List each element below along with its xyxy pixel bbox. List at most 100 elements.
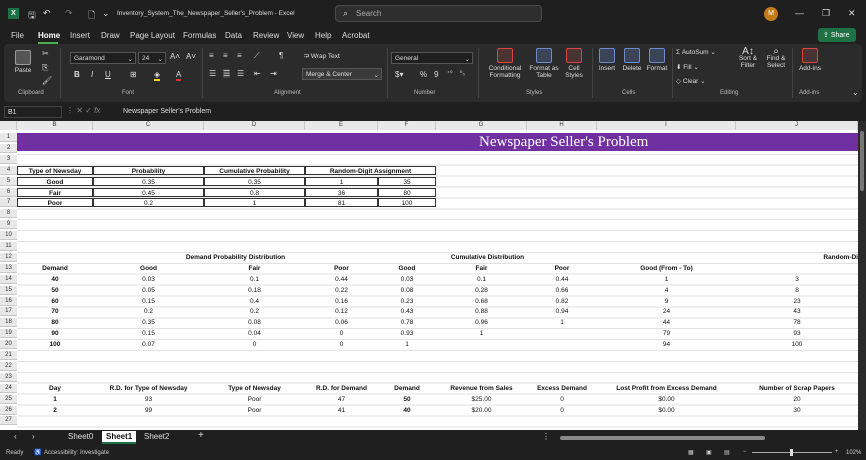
- row-header[interactable]: 11: [0, 242, 17, 251]
- table3-cell[interactable]: $20.00: [436, 406, 527, 415]
- minimize-icon[interactable]: —: [795, 8, 804, 18]
- row-header[interactable]: 4: [0, 165, 17, 175]
- font-color-icon[interactable]: A: [176, 70, 182, 81]
- row-header[interactable]: 12: [0, 252, 17, 262]
- table2-header[interactable]: Poor: [527, 264, 597, 273]
- table2-cell[interactable]: 0.12: [305, 307, 378, 316]
- table2-header[interactable]: Good: [93, 264, 204, 273]
- more-tabs-icon[interactable]: ⋮: [542, 432, 550, 441]
- table3-cell[interactable]: $0.00: [597, 395, 736, 404]
- undo-icon[interactable]: ↶: [43, 8, 51, 19]
- insert-cells-button[interactable]: Insert: [594, 48, 620, 72]
- tab-next-icon[interactable]: ›: [32, 432, 35, 441]
- normal-view-icon[interactable]: ▦: [688, 449, 694, 456]
- accounting-icon[interactable]: $▾: [395, 70, 403, 79]
- table1-cell[interactable]: Good: [17, 176, 93, 186]
- table2-cell[interactable]: 79: [597, 329, 736, 338]
- table2-cell[interactable]: 93: [736, 329, 858, 338]
- tab-sheet0[interactable]: Sheet0: [68, 432, 93, 441]
- col-header-d[interactable]: D: [204, 121, 305, 130]
- row-header[interactable]: 27: [0, 416, 17, 426]
- table2-cell[interactable]: 9: [597, 297, 736, 306]
- table3-cell[interactable]: $0.00: [597, 406, 736, 415]
- row-header[interactable]: 13: [0, 263, 17, 273]
- row-header[interactable]: 21: [0, 351, 17, 360]
- row-header[interactable]: 22: [0, 361, 17, 371]
- table2-cell[interactable]: 23: [736, 297, 858, 306]
- table2-cell[interactable]: 0.43: [378, 307, 436, 316]
- share-button[interactable]: ⇪ Share: [818, 28, 856, 42]
- table3-cell[interactable]: 0: [527, 406, 597, 415]
- table2-cell[interactable]: 1: [378, 340, 436, 349]
- zoom-level[interactable]: 102%: [846, 450, 861, 456]
- table2-cell[interactable]: 0.23: [378, 297, 436, 306]
- table1-cell[interactable]: 100: [378, 198, 436, 208]
- format-cells-button[interactable]: Format: [644, 48, 670, 72]
- delete-cells-button[interactable]: Delete: [619, 48, 645, 72]
- restore-icon[interactable]: ❐: [822, 8, 830, 19]
- bold-icon[interactable]: B: [74, 70, 80, 79]
- table3-cell[interactable]: 93: [93, 395, 204, 404]
- table2-cell[interactable]: 0: [305, 329, 378, 338]
- row-header[interactable]: 3: [0, 154, 17, 164]
- table2-cell[interactable]: 0.03: [378, 275, 436, 284]
- table2-cell[interactable]: 78: [736, 318, 858, 327]
- tab-sheet2[interactable]: Sheet2: [144, 432, 169, 441]
- table2-cell[interactable]: 1: [597, 275, 736, 284]
- align-bottom-icon[interactable]: ≡: [237, 51, 242, 60]
- row-header[interactable]: 8: [0, 209, 17, 219]
- col-header-h[interactable]: H: [527, 121, 597, 130]
- search-box[interactable]: ⌕ Search: [335, 5, 542, 22]
- cut-icon[interactable]: ✂: [42, 49, 49, 58]
- close-icon[interactable]: ✕: [848, 8, 856, 19]
- paste-button[interactable]: Paste: [12, 50, 34, 74]
- table1-cell[interactable]: 1: [305, 176, 378, 186]
- group-header-random-digit[interactable]: Random-Di: [736, 253, 858, 262]
- table3-cell[interactable]: 99: [93, 406, 204, 415]
- menu-file[interactable]: File: [11, 31, 24, 40]
- formula-input[interactable]: Newspaper Seller's Problem: [118, 106, 858, 118]
- menu-insert[interactable]: Insert: [70, 31, 90, 40]
- zoom-slider-thumb[interactable]: [790, 449, 793, 456]
- clear-button[interactable]: ◇ Clear ⌄: [676, 77, 706, 85]
- align-center-icon[interactable]: ☰: [223, 69, 231, 78]
- row-header[interactable]: 17: [0, 307, 17, 317]
- table3-cell[interactable]: 20: [736, 395, 858, 404]
- comma-icon[interactable]: 9: [434, 70, 438, 79]
- table2-cell[interactable]: 8: [736, 286, 858, 295]
- table1-cell[interactable]: 36: [305, 187, 378, 197]
- save-icon[interactable]: 🖫: [28, 8, 36, 24]
- col-header-f[interactable]: F: [378, 121, 436, 130]
- font-name-select[interactable]: Garamond ⌄: [70, 52, 136, 64]
- table3-cell[interactable]: 2: [17, 406, 93, 415]
- table3-header[interactable]: Number of Scrap Papers: [736, 384, 858, 393]
- tab-sheet1[interactable]: Sheet1: [102, 431, 137, 444]
- row-header[interactable]: 7: [0, 198, 17, 208]
- horizontal-scroll-thumb[interactable]: [560, 436, 765, 440]
- table3-cell[interactable]: 50: [378, 395, 436, 404]
- vertical-scroll-thumb[interactable]: [860, 131, 864, 191]
- underline-icon[interactable]: U: [105, 70, 111, 79]
- table2-cell[interactable]: 1: [527, 318, 597, 327]
- table1-header[interactable]: Random-Digit Assignment: [305, 165, 436, 175]
- fx-icon[interactable]: fx: [94, 106, 100, 115]
- row-header[interactable]: 15: [0, 285, 17, 295]
- spreadsheet-grid[interactable]: B C D E F G H I J 1 2 3 4 5 6 7 8 9 10 11 12 13 14 15 1…: [0, 121, 858, 430]
- table2-cell[interactable]: 90: [17, 329, 93, 338]
- format-as-table-button[interactable]: Format as Table: [526, 48, 562, 79]
- table2-cell[interactable]: 43: [736, 307, 858, 316]
- table3-cell[interactable]: 41: [305, 406, 378, 415]
- table2-cell[interactable]: 0.96: [436, 318, 527, 327]
- table2-cell[interactable]: 60: [17, 297, 93, 306]
- table1-cell[interactable]: 0.8: [204, 187, 305, 197]
- table2-cell[interactable]: 50: [17, 286, 93, 295]
- table2-cell[interactable]: [527, 340, 597, 349]
- new-file-icon[interactable]: 🗋: [88, 8, 95, 24]
- page-layout-view-icon[interactable]: ▣: [706, 449, 712, 456]
- table2-cell[interactable]: 0.15: [93, 297, 204, 306]
- page-break-view-icon[interactable]: ▤: [724, 449, 730, 456]
- table3-header[interactable]: Day: [17, 384, 93, 393]
- customize-toolbar-icon[interactable]: ⌄: [102, 8, 110, 19]
- table3-cell[interactable]: 47: [305, 395, 378, 404]
- fill-button[interactable]: ⬇ Fill ⌄: [676, 63, 699, 71]
